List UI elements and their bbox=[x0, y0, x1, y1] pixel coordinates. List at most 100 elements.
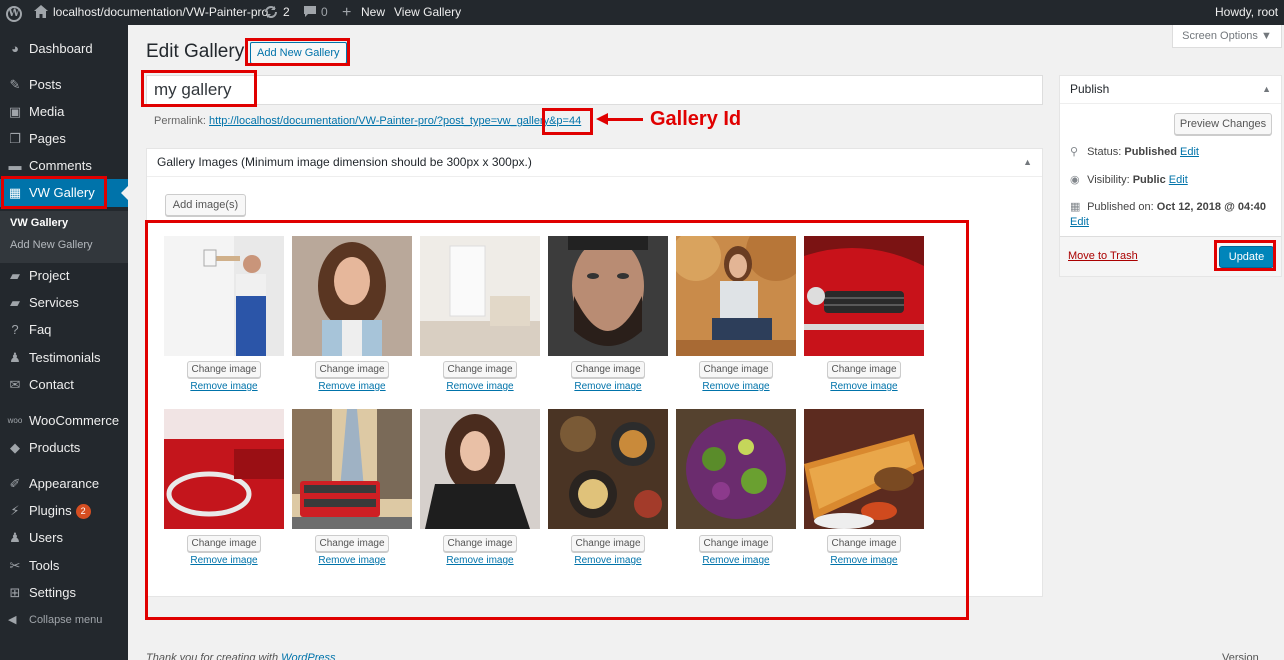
change-image-button[interactable]: Change image bbox=[827, 535, 901, 552]
menu-contact[interactable]: ✉ Contact bbox=[0, 371, 128, 398]
menu-dashboard[interactable]: ◕ Dashboard bbox=[0, 35, 128, 62]
site-link[interactable]: localhost/documentation/VW-Painter-pro bbox=[53, 0, 268, 25]
footer-thanks: Thank you for creating with WordPress bbox=[146, 652, 336, 660]
menu-services[interactable]: ▰ Services bbox=[0, 289, 128, 316]
visibility-value: Public bbox=[1132, 174, 1166, 186]
food-platter-image bbox=[548, 409, 668, 529]
remove-image-link[interactable]: Remove image bbox=[548, 381, 668, 392]
remove-image-link[interactable]: Remove image bbox=[548, 555, 668, 566]
change-image-button[interactable]: Change image bbox=[571, 535, 645, 552]
caret-up-icon[interactable]: ▲ bbox=[1262, 76, 1271, 103]
add-images-button[interactable]: Add image(s) bbox=[165, 194, 246, 216]
gallery-image-london-bus bbox=[292, 409, 412, 529]
menu-appearance[interactable]: ✐ Appearance bbox=[0, 470, 128, 497]
gallery-box-header[interactable]: Gallery Images (Minimum image dimension … bbox=[147, 149, 1042, 177]
submenu-add-new-gallery[interactable]: Add New Gallery bbox=[10, 239, 93, 251]
move-to-trash-link[interactable]: Move to Trash bbox=[1068, 250, 1138, 262]
publish-box-header[interactable]: Publish ▲ bbox=[1060, 76, 1281, 104]
gallery-image-autumn-woman bbox=[676, 236, 796, 356]
change-image-button[interactable]: Change image bbox=[315, 535, 389, 552]
plugins-label: Plugins bbox=[29, 503, 72, 518]
new-menu[interactable]: New bbox=[361, 0, 385, 25]
remove-image-link[interactable]: Remove image bbox=[804, 555, 924, 566]
updates-icon[interactable] bbox=[264, 0, 278, 25]
menu-label: Contact bbox=[29, 377, 74, 392]
remove-image-link[interactable]: Remove image bbox=[676, 555, 796, 566]
remove-image-link[interactable]: Remove image bbox=[420, 381, 540, 392]
remove-image-link[interactable]: Remove image bbox=[164, 555, 284, 566]
edit-date-link[interactable]: Edit bbox=[1070, 216, 1089, 228]
menu-comments[interactable]: ▬ Comments bbox=[0, 152, 128, 179]
edit-status-link[interactable]: Edit bbox=[1180, 146, 1199, 158]
gallery-image-woman bbox=[292, 236, 412, 356]
preview-changes-button[interactable]: Preview Changes bbox=[1174, 113, 1272, 135]
published-label: Published on: bbox=[1087, 201, 1154, 213]
plus-icon[interactable]: + bbox=[342, 0, 351, 25]
red-car-image bbox=[804, 236, 924, 356]
menu-label: Plugins 2 bbox=[29, 497, 91, 524]
menu-label: WooCommerce bbox=[29, 413, 120, 428]
brush-icon: ✐ bbox=[9, 476, 21, 491]
remove-image-link[interactable]: Remove image bbox=[804, 381, 924, 392]
collapse-icon: ◀ bbox=[8, 614, 17, 626]
menu-project[interactable]: ▰ Project bbox=[0, 262, 128, 289]
annotation-arrow bbox=[607, 118, 643, 121]
change-image-button[interactable]: Change image bbox=[827, 361, 901, 378]
remove-image-link[interactable]: Remove image bbox=[164, 381, 284, 392]
leather-jacket-woman-image bbox=[420, 409, 540, 529]
menu-users[interactable]: ♟ Users bbox=[0, 524, 128, 551]
collapse-menu[interactable]: ◀ Collapse menu bbox=[0, 610, 128, 630]
change-image-button[interactable]: Change image bbox=[699, 535, 773, 552]
remove-image-link[interactable]: Remove image bbox=[420, 555, 540, 566]
change-image-button[interactable]: Change image bbox=[571, 361, 645, 378]
change-image-button[interactable]: Change image bbox=[699, 361, 773, 378]
menu-label: Tools bbox=[29, 558, 60, 573]
menu-testimonials[interactable]: ♟ Testimonials bbox=[0, 344, 128, 371]
menu-media[interactable]: ▣ Media bbox=[0, 98, 128, 125]
change-image-button[interactable]: Change image bbox=[443, 361, 517, 378]
menu-pages[interactable]: ❐ Pages bbox=[0, 125, 128, 152]
menu-posts[interactable]: ✎ Posts bbox=[0, 71, 128, 98]
menu-tools[interactable]: ✂ Tools bbox=[0, 552, 128, 579]
change-image-button[interactable]: Change image bbox=[187, 361, 261, 378]
menu-products[interactable]: ◆ Products bbox=[0, 434, 128, 461]
post-title-input[interactable]: my gallery bbox=[146, 75, 1043, 105]
annotation-arrow-head-icon bbox=[596, 113, 608, 125]
visibility-label: Visibility: bbox=[1087, 174, 1130, 186]
comment-icon[interactable] bbox=[303, 0, 317, 25]
edit-visibility-link[interactable]: Edit bbox=[1169, 174, 1188, 186]
folder-icon: ▰ bbox=[10, 295, 20, 310]
salad-image bbox=[676, 409, 796, 529]
caret-up-icon[interactable]: ▲ bbox=[1023, 149, 1032, 176]
admin-bar: W localhost/documentation/VW-Painter-pro… bbox=[0, 0, 1284, 25]
user-icon: ♟ bbox=[9, 530, 21, 545]
wordpress-logo-icon[interactable]: W bbox=[6, 4, 22, 22]
menu-label: Settings bbox=[29, 585, 76, 600]
change-image-button[interactable]: Change image bbox=[443, 535, 517, 552]
wordpress-link[interactable]: WordPress bbox=[281, 652, 335, 660]
footer-thanks-text: Thank you for creating with bbox=[146, 652, 279, 660]
comment-icon: ▬ bbox=[8, 158, 22, 173]
plugins-update-badge: 2 bbox=[75, 504, 91, 520]
menu-label: Project bbox=[29, 268, 70, 283]
folder-icon: ▰ bbox=[10, 268, 20, 283]
permalink-link[interactable]: http://localhost/documentation/VW-Painte… bbox=[209, 115, 581, 127]
remove-image-link[interactable]: Remove image bbox=[292, 381, 412, 392]
remove-image-link[interactable]: Remove image bbox=[292, 555, 412, 566]
howdy-account[interactable]: Howdy, root bbox=[1215, 0, 1278, 25]
menu-label: Products bbox=[29, 440, 81, 455]
menu-label: Users bbox=[29, 530, 63, 545]
status-label: Status: bbox=[1087, 146, 1122, 158]
submenu-vw-gallery[interactable]: VW Gallery bbox=[10, 217, 68, 229]
menu-plugins[interactable]: ⚡ Plugins 2 bbox=[0, 497, 128, 524]
footer-version: Version 4.9.8 bbox=[1222, 652, 1259, 660]
menu-faq[interactable]: ? Faq bbox=[0, 316, 128, 343]
change-image-button[interactable]: Change image bbox=[315, 361, 389, 378]
remove-image-link[interactable]: Remove image bbox=[676, 381, 796, 392]
menu-woocommerce[interactable]: woo WooCommerce bbox=[0, 407, 128, 434]
change-image-button[interactable]: Change image bbox=[187, 535, 261, 552]
view-gallery-link[interactable]: View Gallery bbox=[394, 0, 461, 25]
menu-settings[interactable]: ⊞ Settings bbox=[0, 579, 128, 606]
gallery-image-salad bbox=[676, 409, 796, 529]
screen-options-button[interactable]: Screen Options ▼ bbox=[1172, 25, 1282, 48]
